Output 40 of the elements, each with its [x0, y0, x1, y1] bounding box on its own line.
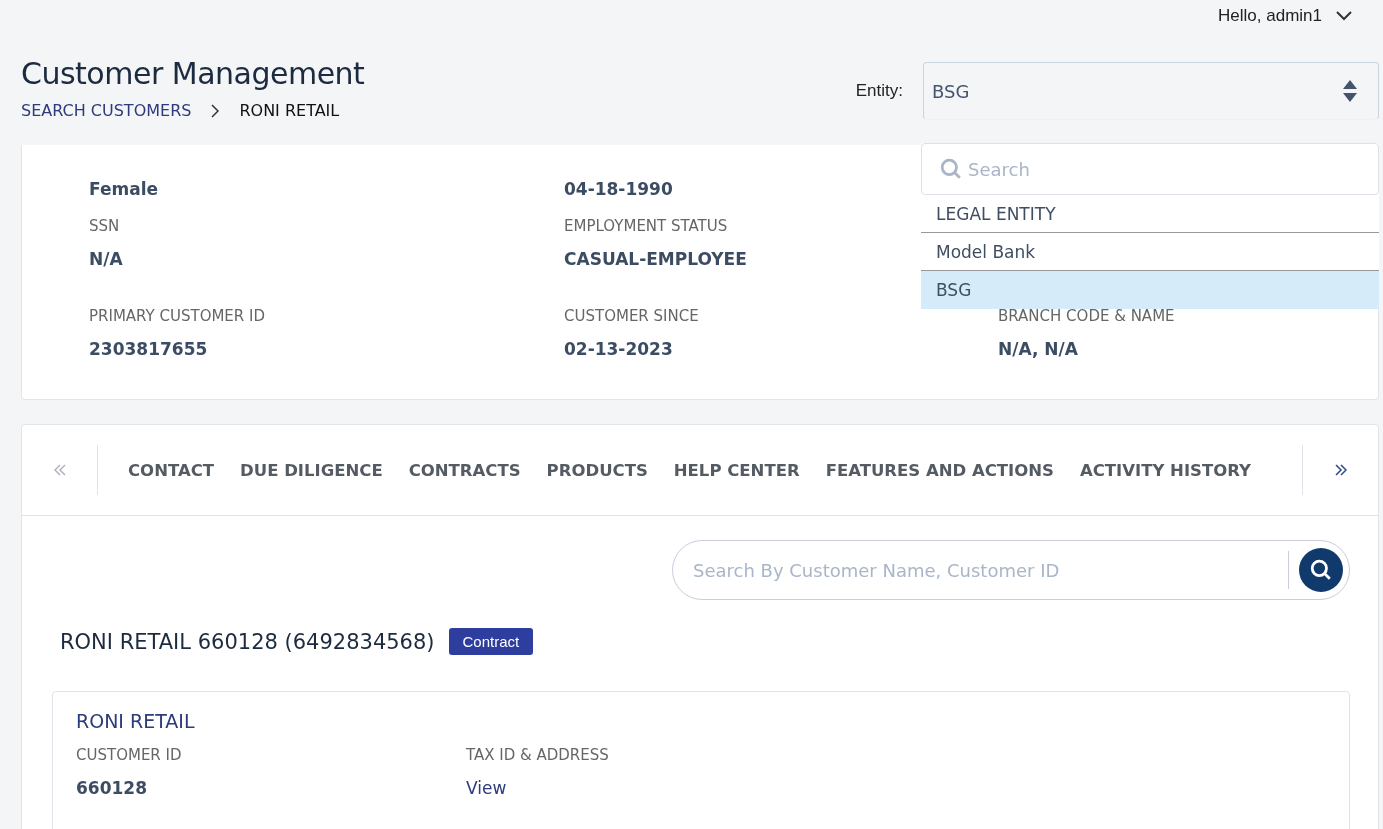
field-value: 02-13-2023 — [564, 339, 673, 359]
tab[interactable]: CONTRACTS — [408, 460, 521, 480]
search-icon — [1310, 559, 1332, 581]
tab[interactable]: PRODUCTS — [546, 460, 648, 480]
contract-title: RONI RETAIL 660128 (6492834568) — [60, 629, 435, 654]
breadcrumb-link[interactable]: SEARCH CUSTOMERS — [21, 101, 192, 120]
field-value: Female — [89, 179, 158, 199]
customer-name: RONI RETAIL — [76, 710, 196, 732]
tab[interactable]: FEATURES AND ACTIONS — [825, 460, 1054, 480]
tab[interactable]: CONTACT — [128, 460, 215, 480]
breadcrumb-current: RONI RETAIL — [239, 101, 340, 120]
field-value: N/A — [89, 249, 123, 269]
view-link[interactable]: View — [466, 778, 507, 798]
field-label: EMPLOYMENT STATUS — [564, 217, 729, 235]
search-icon — [940, 158, 962, 180]
chevron-right-icon — [211, 103, 220, 118]
field-value: CASUAL-EMPLOYEE — [564, 249, 747, 269]
field-label: CUSTOMER ID — [76, 746, 183, 764]
entity-select[interactable]: BSG — [923, 62, 1379, 120]
field-label: BRANCH CODE & NAME — [998, 307, 1176, 325]
field-label: TAX ID & ADDRESS — [466, 746, 610, 764]
field-value: 2303817655 — [89, 339, 208, 359]
contract-badge: Contract — [448, 628, 534, 655]
tab[interactable]: DUE DILIGENCE — [240, 460, 383, 480]
field-value: 660128 — [76, 778, 148, 798]
user-greeting[interactable]: Hello, admin1 — [1218, 6, 1322, 26]
tab[interactable]: ACTIVITY HISTORY — [1079, 460, 1251, 480]
field-label: SSN — [89, 217, 121, 235]
entity-label: Entity: — [855, 81, 903, 101]
dropdown-option[interactable]: BSG — [921, 271, 1379, 309]
field-value: 04-18-1990 — [564, 179, 673, 199]
double-chevron-right-icon[interactable] — [1334, 464, 1347, 476]
sort-arrows-icon — [1342, 79, 1358, 103]
field-label: PRIMARY CUSTOMER ID — [89, 307, 266, 325]
chevron-down-icon[interactable] — [1336, 11, 1352, 21]
field-value: N/A, N/A — [998, 339, 1078, 359]
field-label: CUSTOMER SINCE — [564, 307, 700, 325]
tab[interactable]: HELP CENTER — [673, 460, 800, 480]
search-button[interactable] — [1299, 548, 1343, 592]
page-title: Customer Management — [21, 56, 365, 91]
